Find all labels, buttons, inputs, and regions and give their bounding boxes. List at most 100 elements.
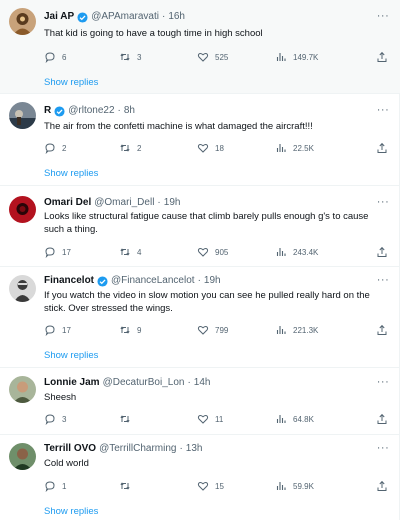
heart-icon xyxy=(197,481,209,491)
like-button[interactable]: 15 xyxy=(197,479,224,493)
more-options-icon[interactable]: ··· xyxy=(376,105,390,119)
author-handle[interactable]: @Omari_Dell xyxy=(94,196,154,210)
separator-dot: · xyxy=(179,443,183,454)
comment-button[interactable]: 2 xyxy=(44,141,66,155)
views-button[interactable]: 22.5K xyxy=(275,141,314,155)
views-chart-icon xyxy=(276,326,286,334)
reply-item[interactable]: Omari Del @Omari_Dell · 19h ··· Looks li… xyxy=(0,186,400,266)
more-options-icon[interactable]: ··· xyxy=(376,377,390,391)
comment-button[interactable]: 17 xyxy=(44,245,71,259)
timestamp[interactable]: 14h xyxy=(194,376,211,390)
author-handle[interactable]: @APAmaravati xyxy=(91,10,159,24)
like-count: 905 xyxy=(215,247,229,257)
action-bar: 3 11 64.8K xyxy=(44,412,388,426)
reply-item[interactable]: R @rltone22 · 8h ··· The air from the co… xyxy=(0,94,400,185)
timestamp[interactable]: 13h xyxy=(186,442,203,456)
more-options-icon[interactable]: ··· xyxy=(376,443,390,457)
views-button[interactable]: 64.8K xyxy=(275,412,314,426)
retweet-count: 4 xyxy=(137,247,142,257)
views-button[interactable]: 149.7K xyxy=(275,50,318,64)
comment-button[interactable]: 17 xyxy=(44,323,71,337)
reply-text: The air from the confetti machine is wha… xyxy=(44,121,313,132)
comment-count: 6 xyxy=(62,52,67,62)
avatar[interactable] xyxy=(9,275,36,302)
reply-item[interactable]: Lonnie Jam @DecaturBoi_Lon · 14h ··· She… xyxy=(0,368,400,434)
comment-button[interactable]: 6 xyxy=(44,50,66,64)
share-icon xyxy=(377,51,387,62)
share-button[interactable] xyxy=(376,141,388,155)
views-button[interactable]: 221.3K xyxy=(275,323,318,337)
heart-icon xyxy=(197,325,209,335)
more-options-icon[interactable]: ··· xyxy=(376,275,390,289)
timestamp[interactable]: 16h xyxy=(168,10,185,24)
avatar[interactable] xyxy=(9,196,36,223)
timestamp[interactable]: 19h xyxy=(164,196,181,210)
timestamp[interactable]: 19h xyxy=(204,274,221,288)
share-button[interactable] xyxy=(376,479,388,493)
author-name[interactable]: Jai AP xyxy=(44,10,74,24)
retweet-button[interactable]: 4 xyxy=(119,245,141,259)
avatar[interactable] xyxy=(9,8,36,35)
reply-item[interactable]: Terrill OVO @TerrillCharming · 13h ··· C… xyxy=(0,435,400,520)
more-options-icon[interactable]: ··· xyxy=(376,197,390,211)
like-button[interactable]: 799 xyxy=(197,323,228,337)
author-handle[interactable]: @DecaturBoi_Lon xyxy=(103,376,185,390)
avatar[interactable] xyxy=(9,443,36,470)
retweet-button[interactable]: 2 xyxy=(119,141,141,155)
avatar[interactable] xyxy=(9,376,36,403)
retweet-button[interactable] xyxy=(119,479,137,493)
retweet-count: 9 xyxy=(137,325,142,335)
share-button[interactable] xyxy=(376,412,388,426)
view-count: 64.8K xyxy=(293,414,314,424)
reply-text: That kid is going to have a tough time i… xyxy=(44,28,263,39)
retweet-count: 2 xyxy=(137,143,142,153)
comment-button[interactable]: 3 xyxy=(44,412,66,426)
share-button[interactable] xyxy=(376,245,388,259)
avatar[interactable] xyxy=(9,102,36,129)
reply-text: Cold world xyxy=(44,458,89,469)
author-name[interactable]: Terrill OVO xyxy=(44,442,96,456)
timestamp[interactable]: 8h xyxy=(124,104,135,118)
author-handle[interactable]: @TerrillCharming xyxy=(99,442,176,456)
comment-icon xyxy=(45,247,55,258)
share-button[interactable] xyxy=(376,50,388,64)
share-button[interactable] xyxy=(376,323,388,337)
show-replies-link[interactable]: Show replies xyxy=(44,167,98,180)
comment-button[interactable]: 1 xyxy=(44,479,66,493)
author-name[interactable]: Omari Del xyxy=(44,196,91,210)
like-button[interactable]: 18 xyxy=(197,141,224,155)
comment-icon xyxy=(45,414,55,425)
reply-item[interactable]: Jai AP @APAmaravati · 16h ··· That kid i… xyxy=(0,0,400,93)
share-icon xyxy=(377,142,387,153)
show-replies-link[interactable]: Show replies xyxy=(44,505,98,518)
show-replies-link[interactable]: Show replies xyxy=(44,349,98,362)
retweet-button[interactable]: 9 xyxy=(119,323,141,337)
separator-dot: · xyxy=(157,197,161,208)
like-button[interactable]: 905 xyxy=(197,245,228,259)
author-handle[interactable]: @FinanceLancelot xyxy=(111,274,195,288)
retweet-button[interactable]: 3 xyxy=(119,50,141,64)
like-count: 15 xyxy=(215,481,224,491)
author-name[interactable]: Financelot xyxy=(44,274,94,288)
reply-item[interactable]: Financelot @FinanceLancelot · 19h ··· If… xyxy=(0,267,400,367)
views-chart-icon xyxy=(276,415,286,423)
retweet-button[interactable] xyxy=(119,412,137,426)
retweet-icon xyxy=(120,326,130,334)
comment-count: 3 xyxy=(62,414,67,424)
like-button[interactable]: 525 xyxy=(197,50,228,64)
views-button[interactable]: 243.4K xyxy=(275,245,318,259)
view-count: 149.7K xyxy=(293,52,319,62)
separator-dot: · xyxy=(117,105,121,116)
heart-icon xyxy=(197,52,209,62)
comment-count: 17 xyxy=(62,325,71,335)
author-handle[interactable]: @rltone22 xyxy=(68,104,114,118)
share-icon xyxy=(377,480,387,491)
like-button[interactable]: 11 xyxy=(197,412,223,426)
show-replies-link[interactable]: Show replies xyxy=(44,76,98,89)
reply-text: Sheesh xyxy=(44,392,77,403)
like-count: 18 xyxy=(215,143,224,153)
author-name[interactable]: R xyxy=(44,104,51,118)
author-name[interactable]: Lonnie Jam xyxy=(44,376,100,390)
more-options-icon[interactable]: ··· xyxy=(376,11,390,25)
views-button[interactable]: 59.9K xyxy=(275,479,314,493)
